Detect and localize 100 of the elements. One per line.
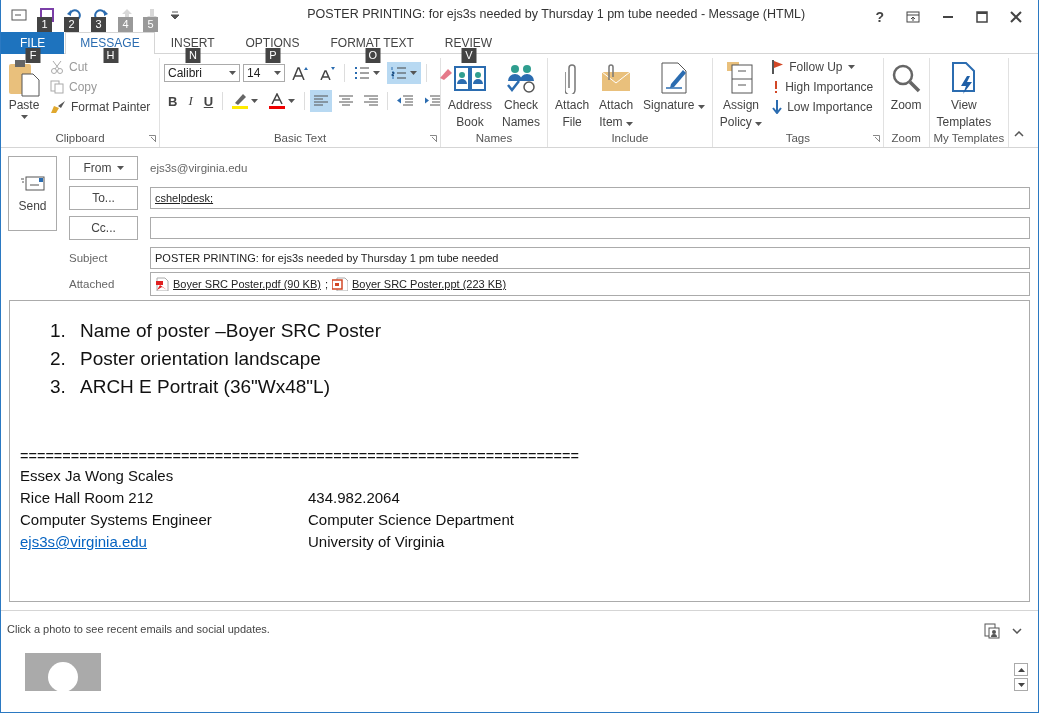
font-size-field[interactable]: 14 bbox=[243, 64, 285, 82]
list-number: 2. bbox=[50, 347, 67, 371]
outdent-icon bbox=[397, 95, 414, 107]
people-pane-message: Click a photo to see recent emails and social updates. bbox=[7, 623, 270, 637]
attachment-link[interactable]: Boyer SRC Poster.ppt (223 KB) bbox=[352, 278, 507, 290]
send-envelope-icon bbox=[20, 174, 45, 191]
group-label: Zoom bbox=[890, 132, 922, 146]
group-label: My Templates bbox=[933, 132, 1005, 146]
from-button[interactable]: From bbox=[69, 156, 138, 180]
flag-icon bbox=[772, 60, 785, 74]
caret-icon bbox=[755, 122, 763, 126]
follow-up-button[interactable]: Follow Up bbox=[769, 58, 877, 76]
signature-text: University of Virginia bbox=[308, 532, 446, 552]
align-right-icon bbox=[364, 95, 379, 107]
attach-item-button[interactable]: Attach Item bbox=[596, 58, 637, 132]
chevron-up-icon bbox=[1014, 131, 1024, 137]
group-label: Names bbox=[474, 132, 514, 146]
signature-button[interactable]: Signature bbox=[640, 58, 708, 132]
list-number: 1. bbox=[50, 319, 67, 343]
list-item-text: Name of poster –Boyer SRC Poster bbox=[80, 319, 381, 343]
check-names-button[interactable]: Check Names bbox=[499, 58, 544, 132]
signature-text: 434.982.2064 bbox=[308, 488, 401, 508]
envelope-icon bbox=[11, 9, 27, 21]
signature-text: Essex Ja Wong Scales bbox=[20, 466, 175, 486]
keytip: 4 bbox=[118, 17, 133, 32]
scroll-down-button[interactable] bbox=[1014, 678, 1028, 691]
separator-line-text: ================================================================== bbox=[20, 447, 580, 465]
caret-icon bbox=[229, 71, 236, 75]
highlighter-icon bbox=[232, 93, 249, 109]
clipboard-icon bbox=[8, 59, 40, 97]
envelope-clip-icon bbox=[601, 64, 632, 92]
list-number: 3. bbox=[50, 375, 67, 399]
separator: ; bbox=[324, 278, 328, 290]
maximize-icon bbox=[976, 11, 988, 23]
attach-file-button[interactable]: Attach File bbox=[552, 58, 593, 132]
group-label: Include bbox=[610, 132, 650, 146]
high-importance-button[interactable]: High Importance bbox=[769, 78, 877, 96]
caret-icon bbox=[20, 115, 28, 119]
group-label: Basic Text bbox=[273, 132, 327, 146]
cabinet-icon bbox=[727, 62, 755, 94]
caret-icon bbox=[288, 99, 296, 103]
align-left-button[interactable] bbox=[310, 90, 333, 112]
italic-button[interactable]: I bbox=[184, 90, 197, 112]
group-label: Tags bbox=[785, 132, 810, 146]
cc-button[interactable]: Cc... bbox=[69, 216, 138, 240]
to-button[interactable]: To... bbox=[69, 186, 138, 210]
keytip: P bbox=[265, 48, 281, 63]
contact-card-icon bbox=[984, 623, 1000, 639]
dialog-launcher-icon bbox=[149, 135, 156, 142]
font-color-icon bbox=[269, 93, 286, 109]
to-field[interactable]: cshelpdesk; bbox=[150, 187, 1030, 209]
down-triangle-icon bbox=[1017, 682, 1025, 687]
caret-icon bbox=[116, 166, 124, 170]
attachment-link[interactable]: Boyer SRC Poster.pdf (90 KB) bbox=[173, 278, 321, 290]
keytip: O bbox=[365, 48, 381, 63]
brush-icon bbox=[50, 100, 66, 114]
caret-icon bbox=[847, 65, 855, 69]
subject-label: Subject bbox=[69, 252, 109, 264]
list-item-text: Poster orientation landscape bbox=[80, 347, 321, 371]
subject-field[interactable]: POSTER PRINTING: for ejs3s needed by Thursday 1 pm tube needed bbox=[150, 247, 1030, 269]
keytip: 5 bbox=[143, 17, 158, 32]
assign-policy-button[interactable]: Assign Policy bbox=[716, 58, 766, 132]
pdf-file-icon bbox=[155, 277, 169, 291]
keytip: F bbox=[25, 48, 41, 63]
send-button[interactable]: Send bbox=[8, 156, 57, 231]
customize-icon bbox=[171, 11, 179, 19]
group-label: Clipboard bbox=[55, 132, 105, 146]
minimize-icon bbox=[942, 16, 954, 18]
email-link[interactable]: ejs3s@virginia.edu bbox=[20, 531, 308, 553]
zoom-button[interactable]: Zoom bbox=[887, 58, 925, 132]
keytip: 3 bbox=[91, 17, 106, 32]
list-item-text: ARCH E Portrait (36"Wx48"L) bbox=[80, 375, 330, 399]
close-icon bbox=[1010, 11, 1022, 23]
cc-field[interactable] bbox=[150, 217, 1030, 239]
attached-label: Attached bbox=[69, 278, 116, 290]
up-triangle-icon bbox=[1017, 667, 1025, 672]
window-title: POSTER PRINTING: for ejs3s needed by Thursday 1 pm tube needed - Message (HTML) bbox=[306, 7, 807, 21]
save-icon bbox=[40, 8, 54, 22]
underline-button[interactable]: U bbox=[199, 90, 218, 112]
bold-button[interactable]: B bbox=[164, 90, 182, 112]
view-templates-button[interactable]: View Templates bbox=[933, 58, 995, 132]
dialog-launcher-icon bbox=[430, 135, 437, 142]
chevron-down-icon bbox=[1012, 628, 1022, 634]
low-importance-button[interactable]: Low Importance bbox=[769, 98, 877, 116]
slides-file-icon bbox=[332, 277, 348, 291]
keytip: V bbox=[461, 48, 477, 63]
caret-icon bbox=[625, 122, 633, 126]
bullet-list-icon bbox=[354, 66, 370, 80]
caret-icon bbox=[410, 71, 417, 75]
help-button[interactable]: ? bbox=[871, 7, 888, 27]
address-book-icon bbox=[454, 64, 486, 92]
scroll-up-button[interactable] bbox=[1014, 663, 1028, 676]
font-name-field[interactable]: Calibri bbox=[164, 64, 240, 82]
numbering-button[interactable] bbox=[387, 62, 421, 84]
magnifier-icon bbox=[891, 63, 922, 93]
caret-icon bbox=[373, 71, 380, 75]
align-center-icon bbox=[339, 95, 354, 107]
caret-icon bbox=[697, 105, 705, 109]
format-painter-button[interactable]: Format Painter bbox=[47, 98, 154, 116]
ribbon-options-icon bbox=[906, 11, 920, 23]
